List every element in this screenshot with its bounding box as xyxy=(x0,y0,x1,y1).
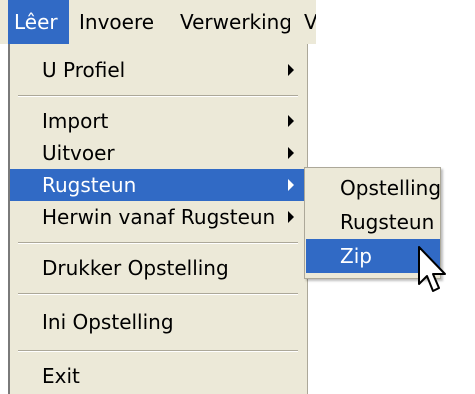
menu-item-label: Ini Opstelling xyxy=(42,310,174,334)
menu-item-label: Import xyxy=(42,109,109,133)
submenu-arrow-icon xyxy=(288,64,294,76)
menu-v-truncated[interactable]: V xyxy=(304,0,316,44)
arrow-cursor-icon xyxy=(418,246,446,292)
menu-item-label: Rugsteun xyxy=(42,173,137,197)
menu-item-label: Drukker Opstelling xyxy=(42,256,229,280)
menu-item-label: U Profiel xyxy=(42,58,126,82)
submenu-arrow-icon xyxy=(288,115,294,127)
menu-item-label: Herwin vanaf Rugsteun xyxy=(42,205,276,229)
menu-item-drukker-opstelling[interactable]: Drukker Opstelling xyxy=(10,252,306,284)
submenu-item-label: Rugsteun xyxy=(340,210,435,234)
menu-separator xyxy=(18,95,298,97)
menu-item-label: Uitvoer xyxy=(42,141,115,165)
submenu-item-label: Opstelling xyxy=(340,176,442,200)
submenu-item-label: Zip xyxy=(340,244,372,268)
menu-item-u-profiel[interactable]: U Profiel xyxy=(10,54,306,86)
submenu-item-opstelling[interactable]: Opstelling xyxy=(306,171,442,205)
menu-item-uitvoer[interactable]: Uitvoer xyxy=(10,137,306,169)
menu-separator xyxy=(18,293,298,295)
submenu-arrow-icon xyxy=(288,211,294,223)
submenu-arrow-icon xyxy=(288,147,294,159)
menu-leer[interactable]: Lêer xyxy=(8,0,69,44)
menu-bar: Lêer Invoere Verwerking V xyxy=(0,0,316,44)
submenu-arrow-icon xyxy=(288,179,294,191)
menu-invoere[interactable]: Invoere xyxy=(79,0,172,44)
menu-item-import[interactable]: Import xyxy=(10,105,306,137)
menu-item-rugsteun[interactable]: Rugsteun xyxy=(10,169,306,201)
menu-separator xyxy=(18,350,298,352)
menu-item-label: Exit xyxy=(42,364,80,388)
menu-verwerking[interactable]: Verwerking xyxy=(180,0,290,44)
menu-item-herwin-vanaf-rugsteun[interactable]: Herwin vanaf Rugsteun xyxy=(10,201,306,233)
submenu-item-rugsteun[interactable]: Rugsteun xyxy=(306,205,440,239)
menu-item-exit[interactable]: Exit xyxy=(10,360,306,392)
menu-item-ini-opstelling[interactable]: Ini Opstelling xyxy=(10,306,306,338)
menu-separator xyxy=(18,242,298,244)
file-menu-dropdown: U Profiel Import Uitvoer Rugsteun Herwin… xyxy=(8,44,308,394)
